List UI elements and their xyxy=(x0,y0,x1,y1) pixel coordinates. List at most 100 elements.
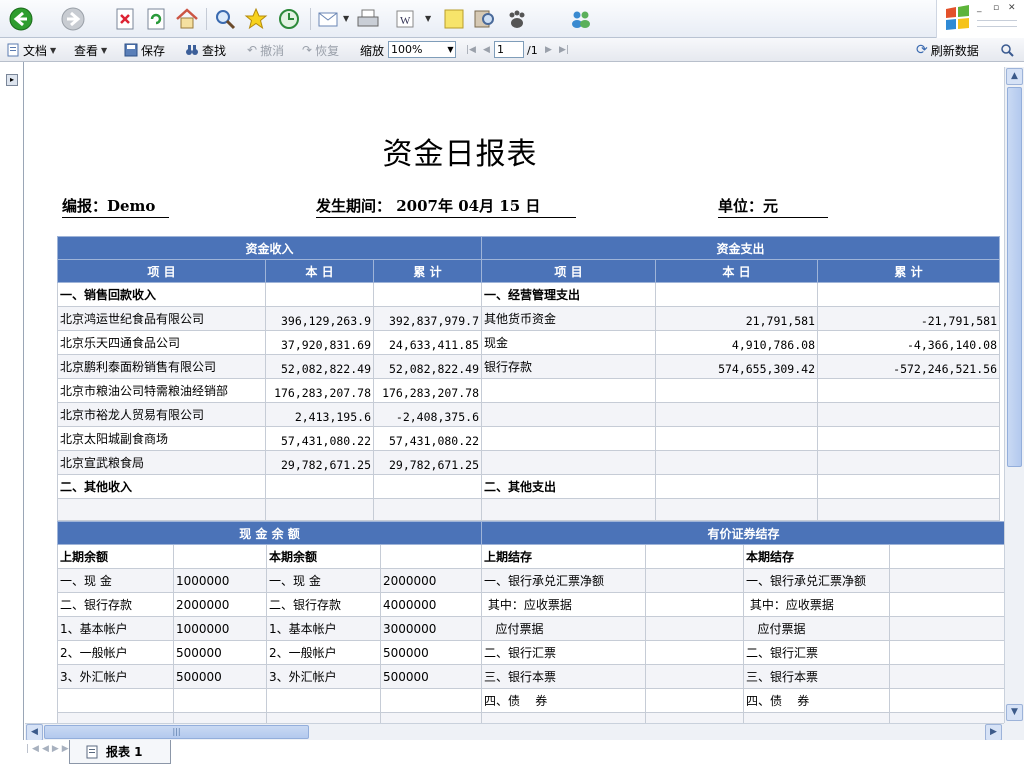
table-cell xyxy=(57,498,266,521)
curr-balance-label: 本期余额 xyxy=(266,544,381,569)
table-cell: 一、现 金 xyxy=(57,568,174,593)
research-icon[interactable] xyxy=(472,6,498,32)
report-title: 资金日报表 xyxy=(382,137,538,172)
table-row: 三、银行本票 三、银行本票 xyxy=(481,664,1004,689)
edit-word-icon[interactable]: W xyxy=(392,6,418,32)
table-row: 1、基本帐户 1000000 1、基本帐户 3000000 xyxy=(57,616,483,641)
table-cell xyxy=(173,688,267,713)
table-cell xyxy=(645,616,744,641)
find-button[interactable]: 查找 xyxy=(185,41,226,59)
note-icon[interactable] xyxy=(441,6,467,32)
chevron-down-icon[interactable]: ▼ xyxy=(343,14,349,23)
table-cell: 北京太阳城副食商场 xyxy=(57,426,266,451)
table-cell: 北京宣武粮食局 xyxy=(57,450,266,475)
table-cell: 57,431,080.22 xyxy=(373,426,482,451)
page-total: /1 xyxy=(527,43,538,57)
table-cell xyxy=(655,450,818,475)
print-icon[interactable] xyxy=(355,6,381,32)
table-cell: 4,910,786.08 xyxy=(655,330,818,355)
table-row: 北京市粮油公司特需粮油经销部 176,283,207.78 176,283,207.… xyxy=(57,378,482,403)
table-cell: -4,366,140.08 xyxy=(817,330,1000,355)
securities-header: 有价证券结存 xyxy=(480,521,1004,545)
restore-icon[interactable]: ▫ xyxy=(993,3,999,13)
table-row: 3、外汇帐户 500000 3、外汇帐户 500000 xyxy=(57,664,483,689)
table-cell: 北京乐天四通食品公司 xyxy=(57,330,266,355)
history-icon[interactable] xyxy=(276,6,302,32)
horizontal-scrollbar[interactable]: ◀ ||| ▶ xyxy=(25,723,1004,741)
table-row: 上期余额 本期余额 xyxy=(57,544,483,569)
table-cell: 现金 xyxy=(481,330,656,355)
table-cell xyxy=(266,712,381,723)
table-cell: 52,082,822.49 xyxy=(265,354,374,379)
table-row: 北京乐天四通食品公司 37,920,831.69 24,633,411.85 xyxy=(57,330,482,355)
close-icon[interactable]: ✕ xyxy=(1008,3,1016,13)
table-cell xyxy=(481,712,646,723)
table-cell: 396,129,263.9 xyxy=(265,306,374,331)
table-cell xyxy=(481,378,656,403)
refresh-icon[interactable] xyxy=(143,6,169,32)
table-cell: 二、银行存款 xyxy=(266,592,381,617)
table-row xyxy=(481,378,1000,403)
minimize-icon[interactable]: _ xyxy=(977,3,982,13)
expand-panel-icon[interactable]: ▸ xyxy=(6,74,18,86)
chevron-down-icon[interactable]: ▼ xyxy=(445,42,456,57)
scroll-left-icon[interactable]: ◀ xyxy=(26,724,43,741)
sheet-tab[interactable]: 报表 1 xyxy=(69,740,171,764)
save-button[interactable]: 保存 xyxy=(124,41,165,59)
table-row: 其他货币资金 21,791,581 -21,791,581 xyxy=(481,306,1000,331)
table-row: 北京宣武粮食局 29,782,671.25 29,782,671.25 xyxy=(57,450,482,475)
table-row: 北京鹏利泰面粉销售有限公司 52,082,822.49 52,082,822.49 xyxy=(57,354,482,379)
chevron-down-icon[interactable]: ▼ xyxy=(425,14,431,23)
table-cell: 其中：应收票据 xyxy=(481,592,646,617)
table-cell: 29,782,671.25 xyxy=(265,450,374,475)
table-cell xyxy=(888,568,1004,593)
vertical-scroll-thumb[interactable] xyxy=(1007,87,1022,467)
report-period: 发生期间： 2007年 04月 15 日 xyxy=(316,195,576,218)
browser-toolbar: ▼ W ▼ _ ▫ ✕ xyxy=(0,0,1024,38)
redo-button[interactable]: ↷ 恢复 xyxy=(302,41,339,59)
scroll-corner xyxy=(1004,723,1024,740)
first-page-icon[interactable]: |◀ xyxy=(466,41,476,59)
table-row xyxy=(481,426,1000,451)
forward-icon[interactable] xyxy=(60,6,86,32)
table-cell: 其中：应收票据 xyxy=(743,592,890,617)
redo-label: 恢复 xyxy=(315,43,340,58)
back-icon[interactable] xyxy=(8,6,34,32)
mail-icon[interactable] xyxy=(316,6,342,32)
refresh-data-button[interactable]: ⟳ 刷新数据 xyxy=(916,41,979,59)
prev-page-icon[interactable]: ◀ xyxy=(483,41,490,59)
table-cell: -572,246,521.56 xyxy=(817,354,1000,379)
page-number-input[interactable]: 1 xyxy=(494,41,524,58)
home-icon[interactable] xyxy=(174,6,200,32)
next-page-icon[interactable]: ▶ xyxy=(545,41,552,59)
last-page-icon[interactable]: ▶| xyxy=(559,41,569,59)
table-cell xyxy=(645,712,744,723)
users-icon[interactable] xyxy=(568,6,594,32)
stop-icon[interactable] xyxy=(112,6,138,32)
table-cell xyxy=(645,544,744,569)
table-row xyxy=(481,450,1000,475)
undo-button[interactable]: ↶ 撤消 xyxy=(247,41,284,59)
document-menu[interactable]: 文档 ▼ xyxy=(6,41,56,59)
table-cell: 四、债 券 xyxy=(481,688,646,713)
scroll-down-icon[interactable]: ▼ xyxy=(1006,704,1023,721)
table-cell: 三、银行本票 xyxy=(481,664,646,689)
vertical-scrollbar[interactable]: ▲ ▼ xyxy=(1004,67,1024,723)
svg-text:W: W xyxy=(400,15,411,27)
table-cell xyxy=(265,282,374,307)
side-strip xyxy=(0,62,24,742)
horizontal-scroll-thumb[interactable]: ||| xyxy=(44,725,309,739)
table-cell: 24,633,411.85 xyxy=(373,330,482,355)
table-cell xyxy=(655,378,818,403)
messenger-paw-icon[interactable] xyxy=(504,6,530,32)
table-cell: 37,920,831.69 xyxy=(265,330,374,355)
view-menu[interactable]: 查看 ▼ xyxy=(74,41,107,59)
scroll-up-icon[interactable]: ▲ xyxy=(1006,68,1023,85)
favorites-star-icon[interactable] xyxy=(243,6,269,32)
table-cell xyxy=(379,688,483,713)
table-row xyxy=(481,712,1004,723)
scroll-right-icon[interactable]: ▶ xyxy=(985,724,1002,741)
magnifier-icon[interactable] xyxy=(1000,41,1014,59)
table-row: 上期结存 本期结存 xyxy=(481,544,1004,569)
search-icon[interactable] xyxy=(212,6,238,32)
